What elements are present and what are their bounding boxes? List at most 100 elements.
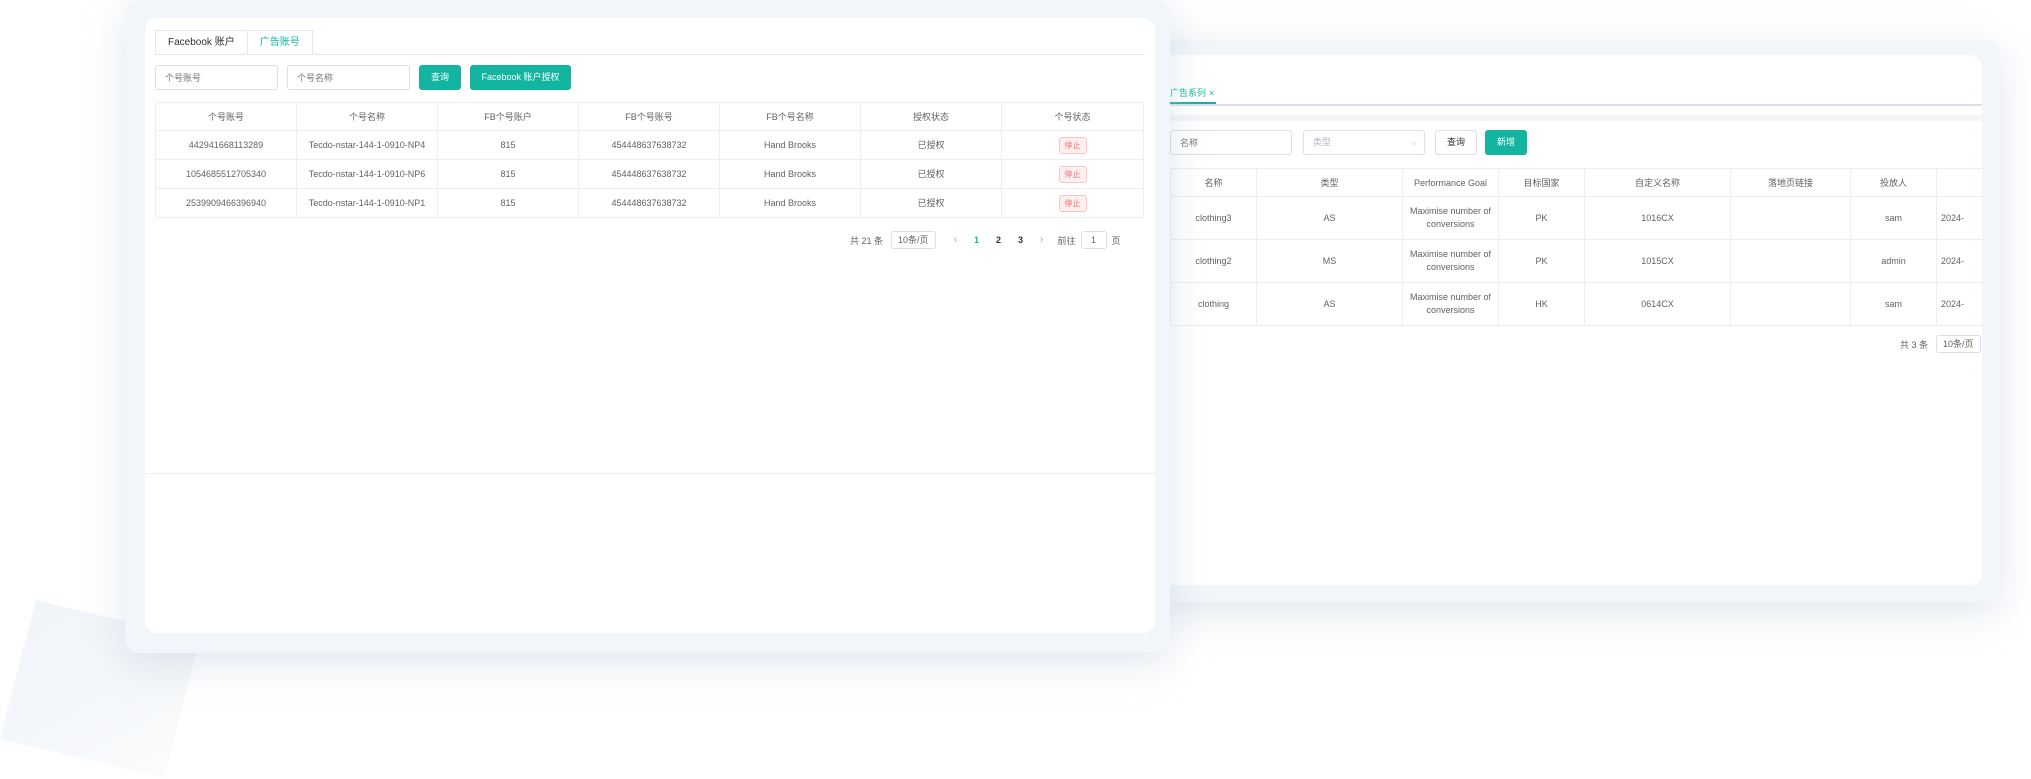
cell-goal: Maximise number of conversions: [1402, 239, 1499, 283]
cell-account-id: 2539909466396940: [155, 188, 297, 218]
pagination-total: 共 21 条: [850, 235, 884, 246]
cell-owner: admin: [1850, 239, 1937, 283]
cell-fb-id: 454448637638732: [578, 159, 720, 189]
column-header: Performance Goal: [1402, 168, 1499, 197]
campaign-search-button[interactable]: 查询: [1435, 130, 1477, 155]
cell-account-name: Tecdo-nstar-144-1-0910-NP6: [296, 159, 438, 189]
cell-country: PK: [1498, 196, 1585, 240]
cell-name: clothing: [1170, 282, 1257, 326]
status-badge: 停止: [1058, 165, 1087, 183]
status-badge: 停止: [1058, 136, 1087, 154]
column-header: [1936, 168, 1982, 197]
status-badge: 停止: [1058, 194, 1087, 212]
table-row[interactable]: 2539909466396940 Tecdo-nstar-144-1-0910-…: [155, 188, 1144, 218]
cell-fb-id: 454448637638732: [578, 188, 720, 218]
account-id-input[interactable]: [155, 65, 278, 90]
cell-goal: Maximise number of conversions: [1402, 196, 1499, 240]
campaign-type-placeholder: 类型: [1313, 137, 1332, 147]
cell-fb-account: 815: [437, 188, 579, 218]
cell-status: 停止: [1001, 159, 1144, 189]
chevron-right-icon[interactable]: ›: [1032, 234, 1052, 246]
cell-name: clothing3: [1170, 196, 1257, 240]
cell-goal: Maximise number of conversions: [1402, 282, 1499, 326]
cell-link: [1730, 282, 1851, 326]
table-row[interactable]: clothing3 AS Maximise number of conversi…: [1170, 196, 1982, 240]
campaign-name-input[interactable]: [1170, 130, 1292, 155]
page-size-select[interactable]: 10条/页: [1936, 335, 1981, 353]
cell-country: PK: [1498, 239, 1585, 283]
ad-account-table-header: 个号账号 个号名称 FB个号账户 FB个号账号 FB个号名称 授权状态 个号状态: [155, 102, 1144, 131]
cell-fb-account: 815: [437, 130, 579, 160]
campaign-pagination: 共 3 条 10条/页: [1900, 335, 1982, 353]
campaign-add-button[interactable]: 新增: [1485, 130, 1527, 155]
page-number[interactable]: 2: [988, 235, 1010, 245]
table-row[interactable]: clothing2 MS Maximise number of conversi…: [1170, 239, 1982, 283]
cell-date: 2024-: [1936, 239, 1982, 283]
column-header: 个号账号: [155, 102, 297, 131]
column-header: FB个号账号: [578, 102, 720, 131]
chevron-down-icon: ⌵: [1410, 137, 1417, 147]
goto-suffix: 页: [1111, 235, 1121, 246]
column-header: FB个号名称: [719, 102, 861, 131]
cell-custom-name: 1015CX: [1584, 239, 1731, 283]
column-header: 目标国家: [1498, 168, 1585, 197]
cell-custom-name: 1016CX: [1584, 196, 1731, 240]
cell-link: [1730, 196, 1851, 240]
column-header: 落地页链接: [1730, 168, 1851, 197]
goto-prefix: 前往: [1057, 235, 1076, 246]
chevron-left-icon[interactable]: ‹: [946, 234, 966, 246]
page-number[interactable]: 3: [1010, 235, 1032, 245]
account-pagination: 共 21 条 10条/页 ‹ 1 2 3 › 前往 1 页: [850, 231, 1121, 249]
cell-type: AS: [1256, 282, 1403, 326]
tab-campaigns[interactable]: 广告系列 ×: [1170, 86, 1217, 104]
cell-owner: sam: [1850, 282, 1937, 326]
ad-account-table: 个号账号 个号名称 FB个号账户 FB个号账号 FB个号名称 授权状态 个号状态…: [155, 102, 1144, 218]
column-header: 个号名称: [296, 102, 438, 131]
cell-account-id: 1054685512705340: [155, 159, 297, 189]
account-window-content: Facebook 账户 广告账号 查询 Facebook 账户授权 个号账号 个…: [145, 18, 1155, 633]
cell-account-name: Tecdo-nstar-144-1-0910-NP1: [296, 188, 438, 218]
column-header: 名称: [1170, 168, 1257, 197]
campaign-type-select[interactable]: 类型 ⌵: [1303, 130, 1425, 155]
cell-fb-name: Hand Brooks: [719, 130, 861, 160]
cell-auth-status: 已授权: [860, 159, 1002, 189]
cell-date: 2024-: [1936, 282, 1982, 326]
cell-custom-name: 0614CX: [1584, 282, 1731, 326]
account-name-input[interactable]: [287, 65, 410, 90]
tab-campaigns-label: 广告系列: [1170, 88, 1207, 98]
column-header: 自定义名称: [1584, 168, 1731, 197]
cell-fb-name: Hand Brooks: [719, 188, 861, 218]
close-icon[interactable]: ×: [1209, 88, 1214, 98]
cell-auth-status: 已授权: [860, 130, 1002, 160]
campaign-tab-bar: [1160, 55, 1982, 106]
cell-fb-id: 454448637638732: [578, 130, 720, 160]
cell-fb-account: 815: [437, 159, 579, 189]
cell-account-name: Tecdo-nstar-144-1-0910-NP4: [296, 130, 438, 160]
campaign-table-header: 名称 类型 Performance Goal 目标国家 自定义名称 落地页链接 …: [1170, 168, 1982, 197]
table-row[interactable]: clothing AS Maximise number of conversio…: [1170, 282, 1982, 326]
account-tabs: Facebook 账户 广告账号: [155, 30, 313, 54]
page-size-select[interactable]: 10条/页: [891, 231, 936, 249]
cell-date: 2024-: [1936, 196, 1982, 240]
campaign-body: 类型 ⌵ 查询 新增 名称 类型 Performance Goal 目标国家 自…: [1160, 115, 1982, 585]
column-header: 授权状态: [860, 102, 1002, 131]
table-row[interactable]: 1054685512705340 Tecdo-nstar-144-1-0910-…: [155, 159, 1144, 189]
campaign-window: 广告系列× 类型 ⌵ 查询 新增 名称 类型 Performance Go: [1150, 40, 2000, 602]
cell-link: [1730, 239, 1851, 283]
content-divider: [145, 473, 1155, 474]
facebook-authorize-button[interactable]: Facebook 账户授权: [470, 65, 571, 90]
cell-country: HK: [1498, 282, 1585, 326]
cell-name: clothing2: [1170, 239, 1257, 283]
campaign-window-content: 广告系列× 类型 ⌵ 查询 新增 名称 类型 Performance Go: [1160, 55, 1982, 585]
tabs-divider: [155, 54, 1145, 55]
table-row[interactable]: 442941668113289 Tecdo-nstar-144-1-0910-N…: [155, 130, 1144, 160]
cell-auth-status: 已授权: [860, 188, 1002, 218]
column-header: 个号状态: [1001, 102, 1144, 131]
tab-ad-account[interactable]: 广告账号: [247, 30, 313, 54]
column-header: FB个号账户: [437, 102, 579, 131]
goto-page-input[interactable]: 1: [1080, 231, 1107, 249]
cell-account-id: 442941668113289: [155, 130, 297, 160]
account-search-button[interactable]: 查询: [419, 65, 461, 90]
page-number[interactable]: 1: [966, 235, 988, 245]
tab-facebook-account[interactable]: Facebook 账户: [155, 30, 248, 54]
